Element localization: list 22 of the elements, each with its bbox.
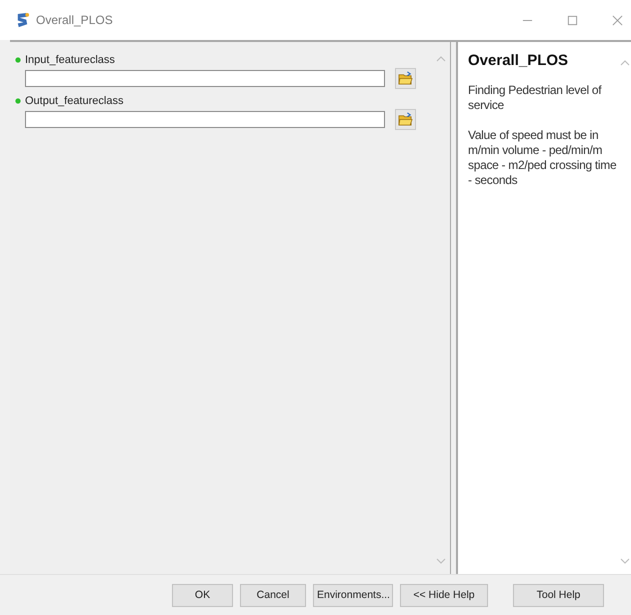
help-text: Value of speed must be in m/min volume - ped/min/m space - m2/ped crossing time - seconds [468,128,617,188]
input-field[interactable] [25,70,385,87]
scroll-up-icon[interactable] [436,56,446,62]
parameter-label: Input_featureclass [25,54,115,66]
parameter-label: Output_featureclass [25,95,124,107]
tool-help-button[interactable]: Tool Help [513,584,604,606]
help-text: Finding Pedestrian level of service [468,83,603,113]
app-icon [15,12,30,28]
scroll-down-icon[interactable] [436,558,446,564]
help-title: Overall_PLOS [468,52,570,69]
window-title: Overall_PLOS [36,13,113,27]
browse-button[interactable] [395,68,416,89]
scroll-up-icon[interactable] [620,60,630,66]
dialog-button[interactable]: OK [172,584,233,606]
close-icon[interactable] [612,14,623,26]
maximize-icon[interactable] [567,14,578,26]
browse-button[interactable] [395,109,416,130]
input-field[interactable] [25,111,385,128]
dialog-button[interactable]: << Hide Help [400,584,488,606]
dialog-button[interactable]: Cancel [240,584,306,606]
scroll-down-icon[interactable] [620,558,630,564]
dialog-button[interactable]: Environments... [313,584,393,606]
